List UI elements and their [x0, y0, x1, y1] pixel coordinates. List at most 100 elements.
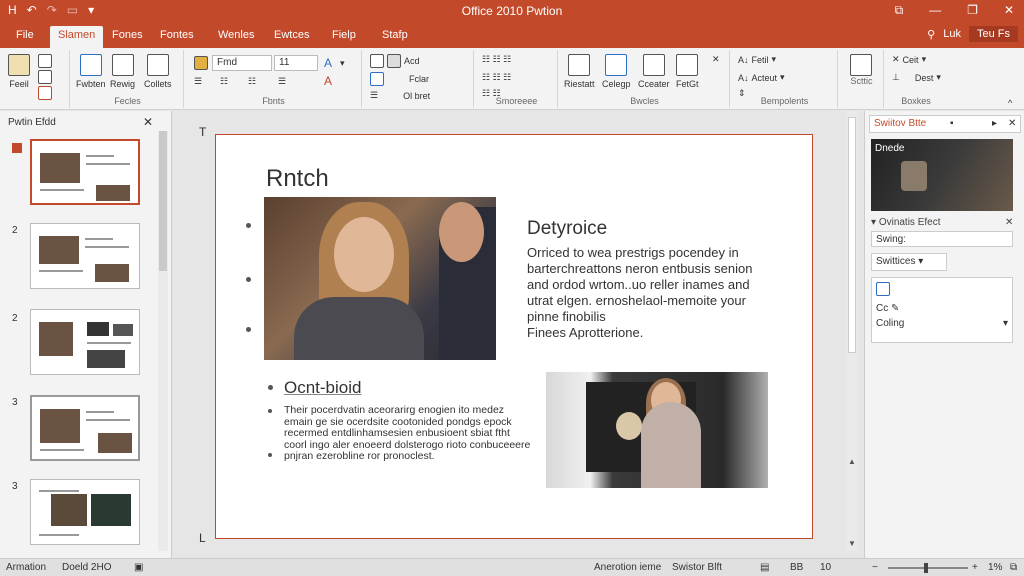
- tell-me-box[interactable]: Luk: [943, 28, 961, 40]
- zoom-slider[interactable]: [888, 567, 968, 569]
- switches-dropdown[interactable]: Swittices ▾: [871, 253, 947, 271]
- swing-field[interactable]: Swing:: [871, 231, 1013, 247]
- close-button[interactable]: ✕: [1004, 3, 1014, 18]
- pane-close-icon[interactable]: ✕: [1008, 118, 1016, 129]
- tab-insert[interactable]: Fones: [104, 26, 151, 48]
- slide-title[interactable]: Rntch: [266, 165, 329, 193]
- pin-icon[interactable]: ▪: [950, 118, 954, 129]
- slide-thumbnail[interactable]: [30, 309, 140, 375]
- slide-paragraph[interactable]: Orriced to wea prestrigs pocendey in bar…: [527, 245, 777, 341]
- effect-options-row[interactable]: ▾ Ovinatis Efect: [871, 217, 941, 228]
- scroll-up-arrow[interactable]: ▲: [848, 457, 856, 466]
- shapes-big-icon: [642, 54, 665, 76]
- tab-file[interactable]: File: [8, 26, 42, 48]
- normal-view-icon[interactable]: ▤: [760, 562, 769, 573]
- editing-c-button[interactable]: Cceater: [638, 54, 670, 89]
- slide-thumbnail[interactable]: [30, 395, 140, 461]
- zoom-out-icon[interactable]: −: [872, 562, 878, 573]
- group-label-editing: Bwcles: [630, 96, 659, 106]
- slide-subheading[interactable]: Ocnt-bioid: [284, 378, 361, 398]
- group-slides: Fwbten Rewig Collets Fecles: [72, 50, 184, 108]
- format-painter-button[interactable]: [38, 86, 52, 100]
- tab-animations[interactable]: Ewtces: [266, 26, 317, 48]
- minimize-button[interactable]: —: [929, 3, 941, 18]
- preview-video[interactable]: Dnede: [871, 139, 1013, 211]
- slides-pane-close-icon[interactable]: ✕: [143, 115, 153, 129]
- font-color-icon[interactable]: A: [324, 74, 332, 88]
- editing-b-button[interactable]: Celegp: [602, 54, 631, 89]
- window-controls: ⧉ — ❐ ✕: [895, 3, 1014, 18]
- designer-arrange-button[interactable]: A↓ Acteut ▾: [738, 72, 785, 83]
- paste-button[interactable]: Feeil: [8, 54, 30, 89]
- tab-slideshow[interactable]: Stafp: [374, 26, 416, 48]
- copy-button[interactable]: [38, 70, 52, 84]
- scroll-down-arrow[interactable]: ▼: [848, 539, 856, 548]
- slide-thumbnail[interactable]: [30, 223, 140, 289]
- ribbon-display-options-icon[interactable]: ⧉: [895, 3, 904, 18]
- bullet-dot: [246, 277, 251, 282]
- zoom-slider-knob[interactable]: [924, 563, 928, 573]
- current-slide[interactable]: Rntch Detyroice Orriced to wea prestrigs…: [215, 134, 813, 539]
- restore-button[interactable]: ❐: [967, 3, 978, 18]
- presenter-photo[interactable]: [546, 372, 768, 488]
- cut-button[interactable]: [38, 54, 52, 68]
- arrange-icon[interactable]: ☷ ☷ ☷: [482, 72, 511, 83]
- editor-scrollbar[interactable]: ▲ ▼: [846, 111, 858, 551]
- expand-icon[interactable]: ▸: [992, 118, 997, 129]
- editing-a-button[interactable]: Riestatt: [564, 54, 595, 89]
- effect-icon: [876, 282, 890, 296]
- font-name-combo[interactable]: Fmd: [212, 55, 272, 71]
- zoom-in-icon[interactable]: +: [972, 562, 978, 573]
- share-button[interactable]: Teu Fs: [968, 26, 1018, 42]
- slides-pane-scrollbar[interactable]: [158, 131, 168, 551]
- effect-list-item[interactable]: Coling ▾: [876, 318, 1008, 329]
- increase-font-icon[interactable]: A: [324, 56, 332, 70]
- tab-home[interactable]: Slamen: [50, 26, 104, 48]
- effect-list-item[interactable]: Cc ✎: [876, 303, 1008, 314]
- bullets-icon[interactable]: ☷: [220, 76, 228, 87]
- pen-icon: [676, 54, 699, 76]
- align-top-button[interactable]: Acd: [370, 54, 420, 68]
- effect-list-item[interactable]: [876, 282, 1008, 299]
- decrease-font-icon[interactable]: ▾: [340, 58, 345, 69]
- font-size-combo[interactable]: 11: [274, 55, 318, 71]
- slide-thumbnail[interactable]: [30, 139, 140, 205]
- font-style-icon[interactable]: [194, 56, 208, 70]
- tab-help[interactable]: Fielp: [324, 26, 364, 48]
- business-photo[interactable]: [264, 197, 496, 360]
- far-dest-button[interactable]: ⊥ Dest ▾: [892, 72, 941, 83]
- new-slide-button[interactable]: Fwbten: [76, 54, 106, 89]
- status-animation-time: Anerotion ieme: [594, 562, 662, 573]
- zoom-level[interactable]: 1%: [988, 562, 1002, 573]
- sorter-view-icon[interactable]: BB: [790, 562, 803, 573]
- section-button[interactable]: Collets: [144, 54, 172, 89]
- fit-slide-icon[interactable]: ⧉: [1010, 562, 1017, 573]
- slide-heading[interactable]: Detyroice: [527, 218, 607, 240]
- status-document: Doeld 2HO: [62, 562, 112, 573]
- group-designer: A↓ Fetil ▾ A↓ Acteut ▾ ⇕ Bempolents: [732, 50, 838, 108]
- animation-pane-title: Swiitov Btte: [874, 118, 927, 129]
- indent-icon[interactable]: ☰: [278, 76, 286, 87]
- align-left-icon[interactable]: ☰: [194, 76, 202, 87]
- editing-d-button[interactable]: FetGt: [676, 54, 699, 89]
- designer-font-button[interactable]: A↓ Fetil ▾: [738, 54, 776, 65]
- view-button[interactable]: [850, 54, 872, 76]
- bullet-dot: [268, 409, 272, 413]
- bullet-dot: [246, 327, 251, 332]
- slide-body-text[interactable]: Their pocerdvatin aceorarirg enogien ito…: [284, 404, 534, 463]
- lightbulb-icon: ⚲: [927, 28, 936, 41]
- layout-button[interactable]: Rewig: [110, 54, 135, 89]
- shapes-icon[interactable]: ☷ ☷ ☷: [482, 54, 511, 65]
- align-middle-button[interactable]: Fclar: [370, 72, 429, 86]
- far-cut-button[interactable]: ✕ Ceit ▾: [892, 54, 926, 65]
- numbering-icon[interactable]: ☷: [248, 76, 256, 87]
- slide-thumbnail[interactable]: [30, 479, 140, 545]
- tab-design[interactable]: Fontes: [152, 26, 202, 48]
- reading-view-icon[interactable]: 10: [820, 562, 831, 573]
- tab-transitions[interactable]: Wenles: [210, 26, 262, 48]
- close-small-icon[interactable]: ✕: [712, 54, 720, 65]
- effect-close-icon[interactable]: ✕: [1005, 217, 1013, 228]
- align-bottom-button[interactable]: ☰ Ol bret: [370, 90, 430, 101]
- collapse-ribbon-icon[interactable]: ^: [1008, 98, 1012, 108]
- accessibility-icon[interactable]: ▣: [134, 562, 143, 573]
